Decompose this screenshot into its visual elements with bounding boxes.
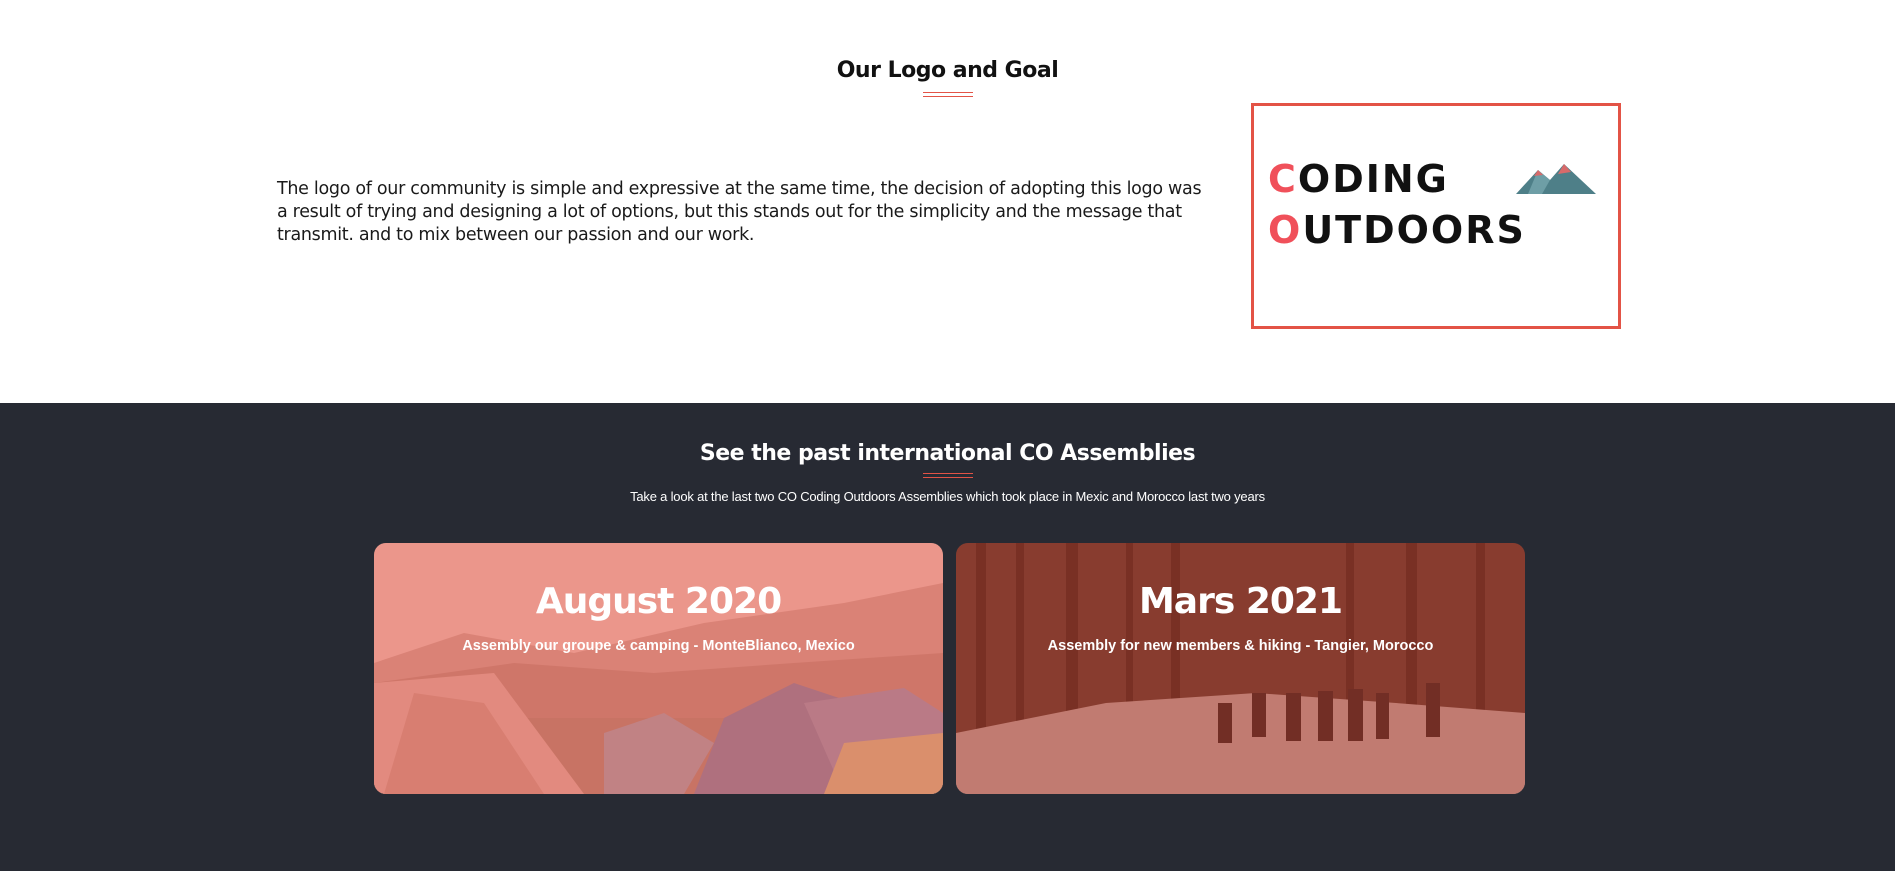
past-assemblies-section: See the past international CO Assemblies… [0,403,1895,871]
logo-image: CODING OUTDOORS [1251,103,1621,329]
card-subtitle: Assembly our groupe & camping - MonteBli… [462,638,855,654]
assembly-card-mars-2021[interactable]: Mars 2021 Assembly for new members & hik… [956,543,1525,794]
logo-initial-c: C [1268,157,1298,201]
section-title-assemblies: See the past international CO Assemblies [699,441,1196,466]
mountain-icon [1516,164,1596,194]
logo-and-goal-section: Our Logo and Goal The logo of our commun… [0,0,1895,403]
logo-word-outdoors: UTDOORS [1302,208,1526,252]
svg-text:CODING: CODING [1268,157,1449,201]
card-subtitle: Assembly for new members & hiking - Tang… [1047,638,1434,654]
section-subtitle: Take a look at the last two CO Coding Ou… [630,489,1265,504]
card-title: Mars 2021 [1138,581,1343,622]
title-underline [922,473,973,478]
svg-text:OUTDOORS: OUTDOORS [1268,208,1526,252]
logo-word-coding: ODING [1298,157,1449,201]
title-underline [922,92,973,97]
assembly-card-august-2020[interactable]: August 2020 Assembly our groupe & campin… [374,543,943,794]
logo-description: The logo of our community is simple and … [277,179,1202,245]
section-title-logo-goal: Our Logo and Goal [836,58,1059,83]
logo-initial-o: O [1268,208,1302,252]
card-title: August 2020 [535,581,782,622]
